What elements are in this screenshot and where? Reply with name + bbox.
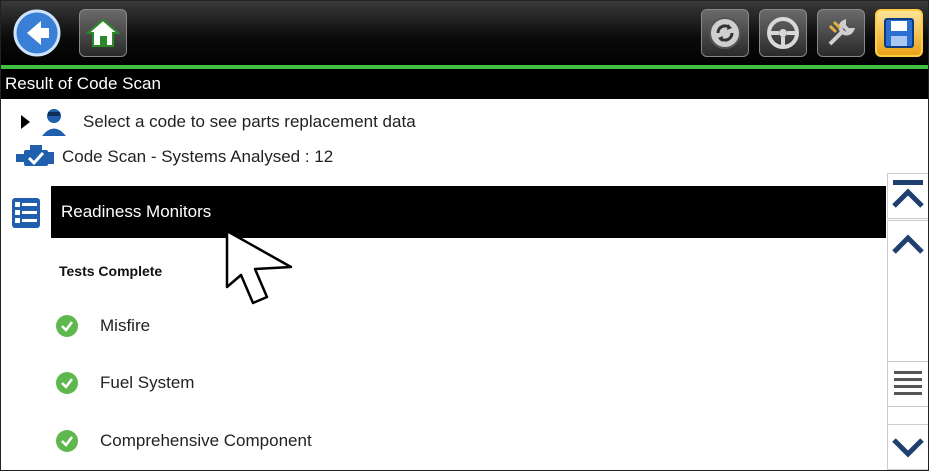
tools-button[interactable] (817, 9, 865, 57)
pointer-cursor-icon (225, 229, 293, 305)
chevron-up-icon (892, 234, 924, 254)
technician-icon (42, 109, 66, 136)
test-item-label: Comprehensive Component (100, 431, 312, 450)
systems-analysed-text: Code Scan - Systems Analysed : 12 (62, 147, 334, 166)
test-item-label: Fuel System (100, 373, 195, 392)
test-item-fuel-system[interactable]: Fuel System (56, 372, 194, 394)
vehicle-button[interactable] (759, 9, 807, 57)
scroll-up-button[interactable] (887, 220, 928, 266)
sync-button[interactable] (701, 9, 749, 57)
test-item-label: Misfire (100, 316, 151, 335)
test-item-misfire[interactable]: Misfire (56, 315, 150, 337)
parts-hint-row[interactable]: Select a code to see parts replacement d… (1, 107, 416, 137)
save-button[interactable] (875, 9, 923, 57)
scroll-top-button[interactable] (887, 173, 928, 219)
expand-arrow-icon (21, 115, 30, 129)
double-chevron-up-icon (892, 180, 924, 208)
readiness-monitors-header[interactable]: Readiness Monitors (51, 186, 886, 238)
back-button[interactable] (11, 7, 63, 59)
check-icon (56, 315, 78, 337)
back-icon (13, 9, 61, 57)
grip-lines-icon (894, 371, 922, 395)
tools-icon (828, 18, 856, 46)
check-icon (56, 430, 78, 452)
page-title: Result of Code Scan (1, 69, 928, 99)
scroll-down-button[interactable] (887, 424, 928, 470)
tests-complete-label: Tests Complete (59, 263, 163, 279)
home-icon (86, 18, 120, 47)
test-item-comprehensive-component[interactable]: Comprehensive Component (56, 430, 312, 452)
scan-screen: Result of Code Scan Select a code to see… (0, 0, 929, 471)
engine-check-icon (16, 145, 54, 166)
scroll-thumb[interactable] (887, 361, 928, 407)
sync-icon (709, 17, 741, 49)
steering-wheel-icon (767, 17, 799, 49)
chevron-down-icon (892, 438, 924, 458)
list-icon[interactable] (11, 197, 41, 229)
home-button[interactable] (79, 9, 127, 57)
save-icon (884, 18, 914, 48)
check-icon (56, 372, 78, 394)
parts-hint-text: Select a code to see parts replacement d… (83, 112, 416, 131)
toolbar (1, 1, 928, 67)
systems-analysed-row: Code Scan - Systems Analysed : 12 (1, 142, 333, 172)
